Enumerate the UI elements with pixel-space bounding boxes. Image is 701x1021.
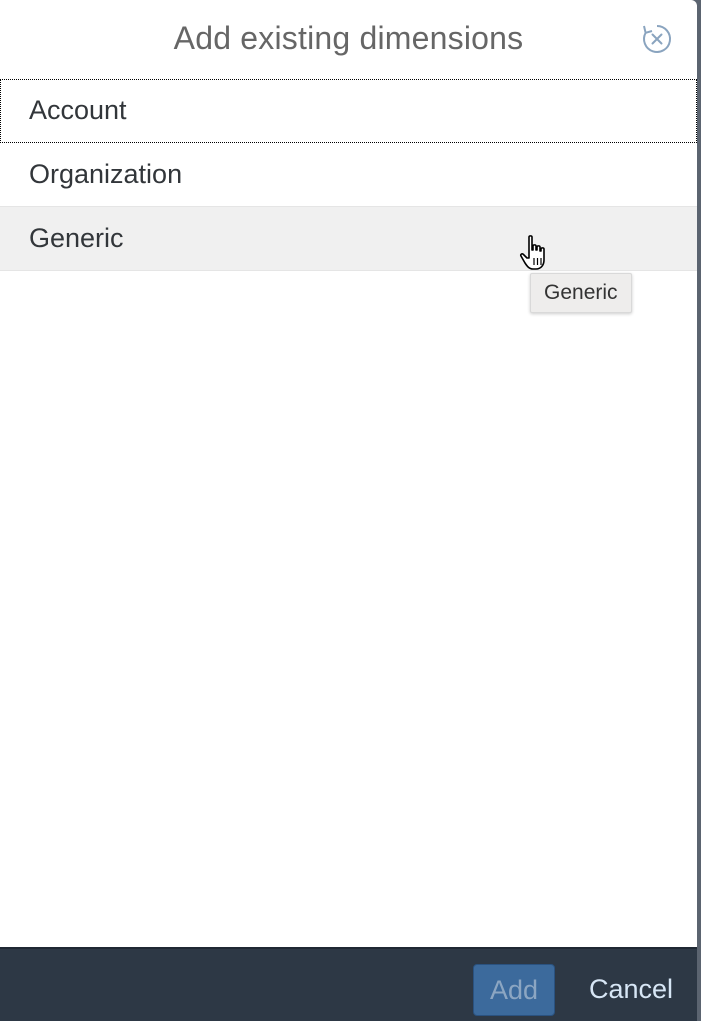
hand-cursor-icon bbox=[518, 234, 554, 272]
list-item-label: Generic bbox=[29, 223, 124, 253]
list-item-organization[interactable]: Organization bbox=[0, 143, 697, 207]
list-item-generic[interactable]: Generic bbox=[0, 207, 697, 271]
list-item-label: Organization bbox=[29, 159, 183, 189]
dialog-footer: Add Cancel bbox=[0, 947, 697, 1021]
dimension-list: Account Organization Generic bbox=[0, 79, 697, 271]
list-item-account[interactable]: Account bbox=[0, 79, 697, 143]
cancel-button[interactable]: Cancel bbox=[575, 964, 687, 1016]
list-item-label: Account bbox=[29, 95, 127, 125]
add-dimensions-dialog: Add existing dimensions Account Organiza… bbox=[0, 0, 697, 1021]
add-button[interactable]: Add bbox=[473, 964, 555, 1016]
close-icon[interactable] bbox=[640, 22, 674, 56]
tooltip: Generic bbox=[530, 273, 632, 313]
dialog-title: Add existing dimensions bbox=[173, 20, 524, 56]
dialog-header: Add existing dimensions bbox=[0, 0, 697, 79]
